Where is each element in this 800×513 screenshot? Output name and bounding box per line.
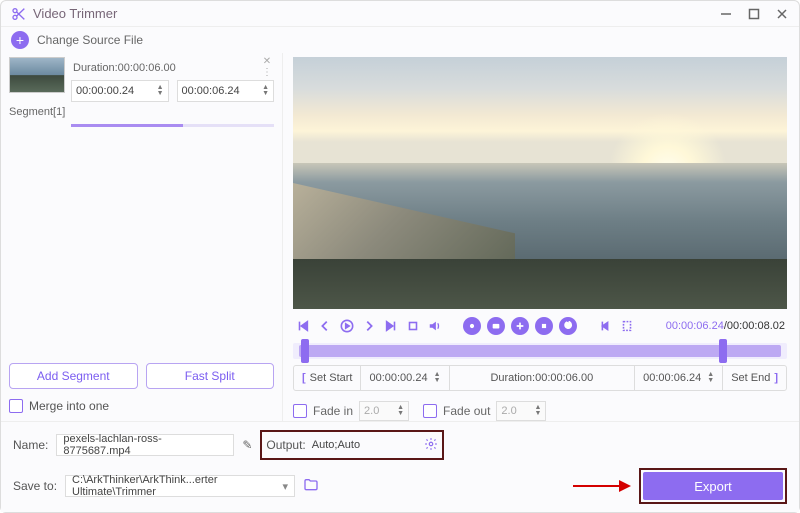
stepper-icon[interactable]: ▲▼	[157, 85, 164, 97]
export-button[interactable]: Export	[643, 472, 783, 500]
fade-in-label: Fade in	[313, 404, 353, 418]
timeline-end-handle[interactable]	[719, 339, 727, 363]
snapshot-button[interactable]	[463, 317, 481, 335]
close-button[interactable]	[775, 7, 789, 21]
fade-in-input[interactable]: 2.0▲▼	[359, 401, 409, 421]
mark-in-icon[interactable]	[597, 318, 613, 334]
main-area: Duration:00:00:06.00 ✕ ⋮ 00:00:00.24 ▲▼ …	[1, 53, 799, 421]
next-frame-icon[interactable]	[361, 318, 377, 334]
timeline[interactable]	[293, 343, 787, 359]
segment-end-input[interactable]: 00:00:06.24 ▲▼	[177, 80, 275, 102]
save-to-select[interactable]: C:\ArkThinker\ArkThink...erter Ultimate\…	[65, 475, 295, 497]
range-row: [Set Start 00:00:00.24▲▼ Duration:00:00:…	[293, 365, 787, 391]
fast-split-button[interactable]: Fast Split	[146, 363, 275, 389]
skip-end-icon[interactable]	[383, 318, 399, 334]
output-value[interactable]: Auto;Auto	[310, 434, 420, 456]
fade-out-input[interactable]: 2.0▲▼	[496, 401, 546, 421]
segment-start-value: 00:00:00.24	[76, 85, 134, 97]
segment-duration-label: Duration:00:00:06.00	[73, 62, 176, 74]
segment-end-value: 00:00:06.24	[182, 85, 240, 97]
fade-in-checkbox[interactable]	[293, 404, 307, 418]
range-end-input[interactable]: 00:00:06.24▲▼	[635, 366, 723, 390]
fade-out-label: Fade out	[443, 404, 490, 418]
output-label: Output:	[266, 438, 305, 452]
range-start-input[interactable]: 00:00:00.24▲▼	[361, 366, 449, 390]
titlebar-left: Video Trimmer	[11, 6, 117, 22]
export-highlight-box: Export	[639, 468, 787, 504]
timeline-start-handle[interactable]	[301, 339, 309, 363]
segment-row: Duration:00:00:06.00 ✕ ⋮ 00:00:00.24 ▲▼ …	[9, 57, 274, 102]
name-label: Name:	[13, 438, 48, 452]
set-end-button[interactable]: Set End]	[723, 366, 786, 390]
video-preview[interactable]	[293, 57, 787, 309]
segment-options-icon[interactable]: ⋮	[262, 68, 272, 78]
mark-out-icon[interactable]	[619, 318, 635, 334]
prev-frame-icon[interactable]	[317, 318, 333, 334]
minimize-button[interactable]	[719, 7, 733, 21]
volume-icon[interactable]	[427, 318, 443, 334]
camera-button[interactable]	[487, 317, 505, 335]
segment-remove-icon[interactable]: ✕	[263, 57, 271, 67]
time-total: /00:00:08.02	[724, 320, 785, 332]
add-source-button[interactable]: +	[11, 31, 29, 49]
stepper-icon[interactable]: ▲▼	[262, 85, 269, 97]
fade-row: Fade in 2.0▲▼ Fade out 2.0▲▼	[293, 401, 787, 421]
add-segment-button[interactable]: Add Segment	[9, 363, 138, 389]
set-start-button[interactable]: [Set Start	[294, 366, 361, 390]
footer: Name: pexels-lachlan-ross-8775687.mp4 ✎ …	[1, 421, 799, 512]
toolbar: + Change Source File	[1, 27, 799, 53]
stop-icon[interactable]	[405, 318, 421, 334]
skip-start-icon[interactable]	[295, 318, 311, 334]
segment-details: Duration:00:00:06.00 ✕ ⋮ 00:00:00.24 ▲▼ …	[71, 57, 274, 102]
name-input[interactable]: pexels-lachlan-ross-8775687.mp4	[56, 434, 234, 456]
player-controls: 00:00:06.24/00:00:08.02	[293, 309, 787, 341]
fade-out-checkbox[interactable]	[423, 404, 437, 418]
merge-label: Merge into one	[29, 399, 109, 413]
play-icon[interactable]	[339, 318, 355, 334]
maximize-button[interactable]	[747, 7, 761, 21]
segment-label: Segment[1]	[9, 106, 274, 118]
app-title: Video Trimmer	[33, 6, 117, 21]
output-highlight-box: Output: Auto;Auto	[260, 430, 443, 460]
segments-panel: Duration:00:00:06.00 ✕ ⋮ 00:00:00.24 ▲▼ …	[1, 53, 283, 421]
save-to-label: Save to:	[13, 479, 57, 493]
preview-panel: 00:00:06.24/00:00:08.02 [Set Start 00:00…	[283, 53, 799, 421]
titlebar: Video Trimmer	[1, 1, 799, 27]
merge-checkbox[interactable]	[9, 399, 23, 413]
output-settings-icon[interactable]	[424, 437, 438, 454]
time-current: 00:00:06.24	[666, 320, 724, 332]
open-folder-icon[interactable]	[303, 477, 319, 496]
app-window: Video Trimmer + Change Source File Durat…	[0, 0, 800, 513]
segment-thumbnail[interactable]	[9, 57, 65, 93]
add-clip-button[interactable]	[511, 317, 529, 335]
record-button[interactable]	[535, 317, 553, 335]
segment-slider[interactable]	[71, 124, 274, 127]
range-duration-label: Duration:00:00:06.00	[450, 366, 636, 390]
window-controls	[719, 7, 789, 21]
change-source-label[interactable]: Change Source File	[37, 33, 143, 47]
segment-start-input[interactable]: 00:00:00.24 ▲▼	[71, 80, 169, 102]
edit-name-icon[interactable]: ✎	[242, 438, 252, 452]
loop-button[interactable]	[559, 317, 577, 335]
annotation-arrow-icon	[571, 476, 631, 496]
scissors-icon	[11, 6, 27, 22]
time-readout: 00:00:06.24/00:00:08.02	[666, 320, 785, 332]
